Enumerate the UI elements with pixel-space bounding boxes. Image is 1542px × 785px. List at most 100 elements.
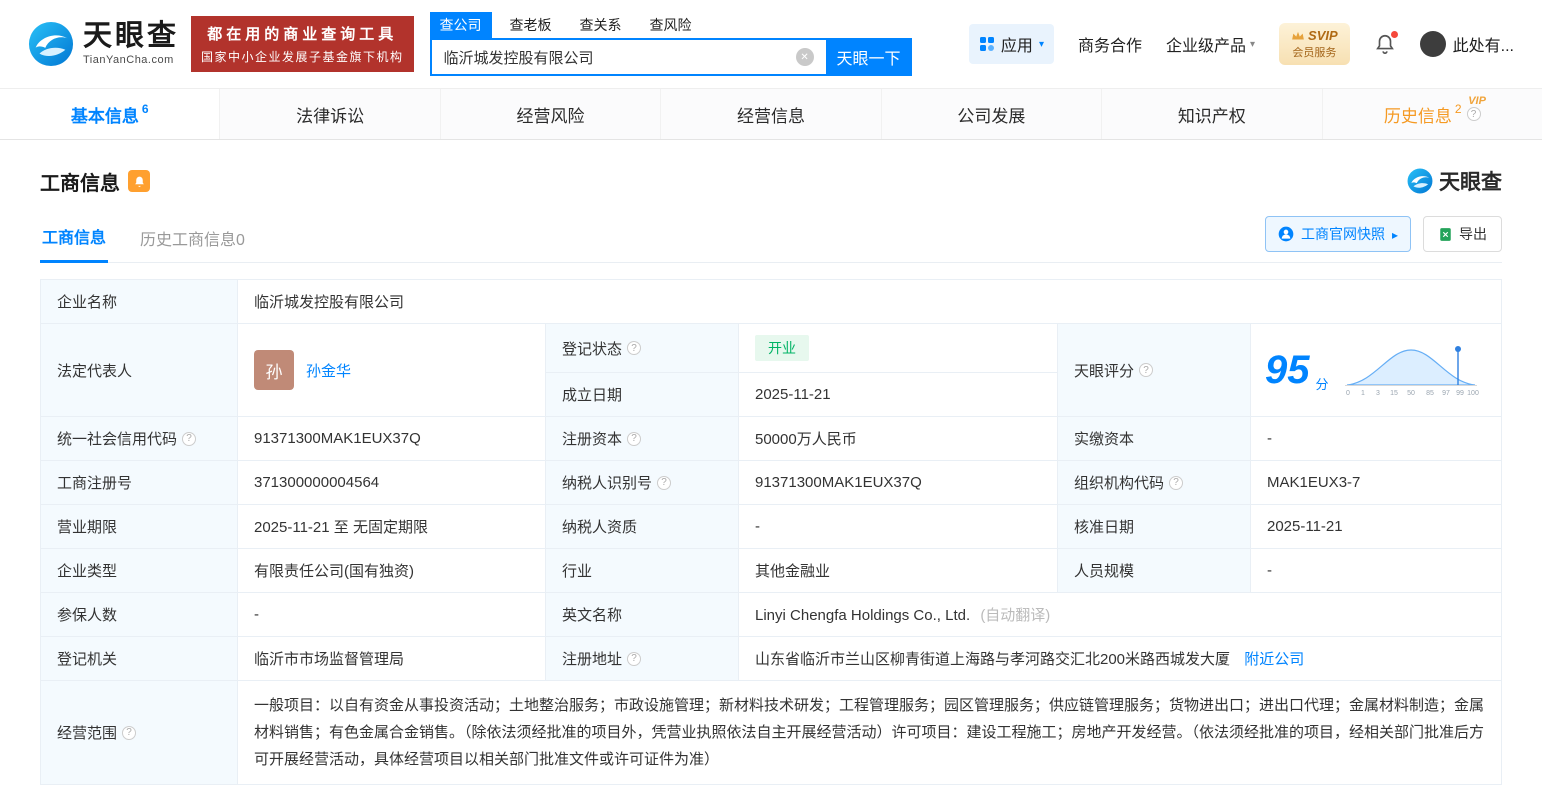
help-icon[interactable] [627,341,642,355]
svg-text:100: 100 [1467,390,1479,397]
status-badge: 开业 [755,335,809,361]
value-reg-number: 371300000004564 [237,460,546,505]
business-cooperation-link[interactable]: 商务合作 [1078,32,1142,56]
search-tabs: 查公司 查老板 查关系 查风险 [429,12,912,38]
export-button[interactable]: 导出 [1423,216,1502,252]
score-value: 95 [1265,348,1310,392]
value-credit-code: 91371300MAK1EUX37Q [237,416,546,461]
label-reg-status: 登记状态 [545,323,739,373]
help-icon[interactable] [1466,107,1481,121]
label-business-term: 营业期限 [40,504,238,549]
label-taxpayer-id: 纳税人识别号 [545,460,739,505]
value-business-term: 2025-11-21 至 无固定期限 [237,504,546,549]
user-account[interactable]: 此处有... [1419,31,1514,57]
search-area: 查公司 查老板 查关系 查风险 天眼一下 [429,12,912,76]
section-title: 工商信息 [40,172,120,195]
auto-translate-note: (自动翻译) [980,607,1051,624]
apps-menu-button[interactable]: 应用 [968,24,1054,64]
value-establish-date: 2025-11-21 [738,372,1058,417]
notification-bell-button[interactable] [1374,31,1398,56]
top-header: 天眼查 TianYanCha.com 都在用的商业查询工具 国家中小企业发展子基… [0,0,1542,88]
site-logo[interactable]: 天眼查 TianYanCha.com [28,21,179,67]
crown-icon [1292,31,1304,39]
help-icon[interactable] [182,431,197,446]
table-row: 登记机关 临沂市市场监督管理局 注册地址 山东省临沂市兰山区柳青街道上海路与孝河… [40,636,1502,681]
apps-grid-icon [979,37,994,51]
value-business-scope: 一般项目：以自有资金从事投资活动；土地整治服务；市政设施管理；新材料技术研发；工… [237,680,1502,785]
tab-company-development[interactable]: 公司发展 [882,89,1103,139]
legal-rep-avatar[interactable]: 孙 [254,350,294,390]
value-reg-address: 山东省临沂市兰山区柳青街道上海路与孝河路交汇北200米路西城发大厦 附近公司 [738,636,1502,681]
value-reg-authority: 临沂市市场监督管理局 [237,636,546,681]
label-taxpayer-quality: 纳税人资质 [545,504,739,549]
tab-history-info[interactable]: VIP 历史信息 2 [1323,89,1542,139]
excel-icon [1440,227,1451,241]
tab-legal-proceedings[interactable]: 法律诉讼 [220,89,441,139]
help-icon[interactable] [122,725,137,740]
help-icon[interactable] [1169,475,1184,490]
tianyancha-watermark: 天眼查 [1407,166,1502,196]
vip-badge: VIP [1468,95,1486,107]
value-reg-status: 开业 [738,323,1058,373]
official-snapshot-button[interactable]: 工商官网快照 [1264,216,1411,252]
tab-intellectual-property[interactable]: 知识产权 [1102,89,1323,139]
svip-membership-button[interactable]: SVIP 会员服务 [1279,23,1350,65]
help-icon[interactable] [627,651,642,666]
table-row: 工商注册号 371300000004564 纳税人识别号 91371300MAK… [40,460,1502,505]
bell-icon [134,176,144,187]
subtab-history-registration[interactable]: 历史工商信息0 [138,226,247,262]
help-icon[interactable] [657,475,672,490]
nearby-companies-link[interactable]: 附近公司 [1244,651,1304,668]
search-tab-company[interactable]: 查公司 [429,12,492,38]
svg-text:3: 3 [1376,390,1380,397]
table-row: 法定代表人 孙 孙金华 登记状态 开业 天眼评分 95 分 [40,323,1502,417]
chevron-down-icon [1250,39,1255,50]
svg-text:99: 99 [1456,390,1464,397]
label-reg-authority: 登记机关 [40,636,238,681]
tab-operational-risk[interactable]: 经营风险 [441,89,662,139]
score-unit: 分 [1315,377,1329,392]
svg-text:50: 50 [1407,390,1415,397]
search-tab-boss[interactable]: 查老板 [500,12,562,38]
value-staff-size: - [1250,548,1502,593]
search-tab-risk[interactable]: 查风险 [640,12,702,38]
value-taxpayer-quality: - [738,504,1058,549]
tianyancha-logo-icon [1407,168,1433,194]
value-reg-capital: 50000万人民币 [738,416,1058,461]
legal-rep-link[interactable]: 孙金华 [306,360,351,381]
search-input[interactable] [429,38,826,76]
label-business-scope: 经营范围 [40,680,238,785]
table-row: 企业名称 临沂城发控股有限公司 [40,279,1502,324]
chevron-down-icon [1039,39,1044,50]
label-approval-date: 核准日期 [1057,504,1251,549]
sub-tab-row: 工商信息 历史工商信息0 工商官网快照 导出 [40,216,1502,263]
value-taxpayer-id: 91371300MAK1EUX37Q [738,460,1058,505]
help-icon[interactable] [627,431,642,446]
main-tab-bar: 基本信息 6 法律诉讼 经营风险 经营信息 公司发展 知识产权 VIP 历史信息… [0,88,1542,140]
table-row: 营业期限 2025-11-21 至 无固定期限 纳税人资质 - 核准日期 202… [40,504,1502,549]
clear-icon[interactable] [795,48,814,66]
value-tianyan-score: 95 分 0 1 3 15 50 85 97 99 100 [1250,323,1502,417]
label-company-type: 企业类型 [40,548,238,593]
svg-text:85: 85 [1426,390,1434,397]
label-staff-size: 人员规模 [1057,548,1251,593]
label-paid-capital: 实缴资本 [1057,416,1251,461]
brand-slogan: 都在用的商业查询工具 国家中小企业发展子基金旗下机构 [191,16,414,72]
subscribe-bell-button[interactable] [128,170,150,192]
table-row: 企业类型 有限责任公司(国有独资) 行业 其他金融业 人员规模 - [40,548,1502,593]
search-button[interactable]: 天眼一下 [825,38,912,76]
table-row: 参保人数 - 英文名称 Linyi Chengfa Holdings Co., … [40,592,1502,637]
svg-text:97: 97 [1442,390,1450,397]
tab-business-info[interactable]: 经营信息 [661,89,882,139]
subtab-business-registration[interactable]: 工商信息 [40,224,109,263]
search-tab-relation[interactable]: 查关系 [570,12,632,38]
business-info-table: 企业名称 临沂城发控股有限公司 法定代表人 孙 孙金华 登记状态 开业 天眼评分 [40,279,1502,785]
brand-name: 天眼查 [83,20,180,52]
enterprise-products-menu[interactable]: 企业级产品 [1166,32,1255,56]
help-icon[interactable] [1139,363,1154,377]
svg-text:1: 1 [1361,390,1365,397]
tab-basic-info[interactable]: 基本信息 6 [0,89,221,139]
label-tianyan-score: 天眼评分 [1057,323,1251,417]
value-org-code: MAK1EUX3-7 [1250,460,1502,505]
value-legal-rep: 孙 孙金华 [237,323,546,417]
